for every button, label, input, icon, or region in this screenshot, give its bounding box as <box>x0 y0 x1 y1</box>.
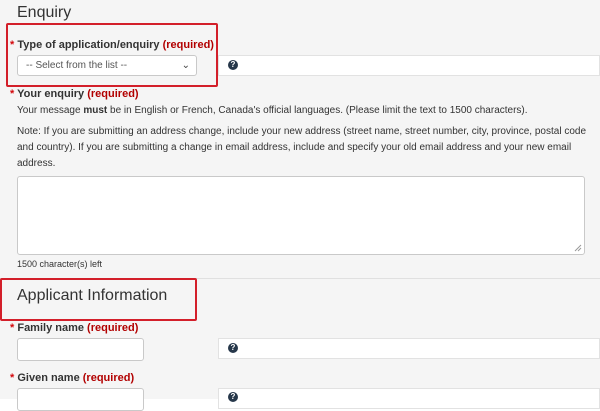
enquiry-heading: Enquiry <box>17 4 72 21</box>
your-enquiry-label-text: Your enquiry <box>17 88 85 100</box>
required-star: * <box>10 39 15 51</box>
type-help-area <box>218 55 600 76</box>
enquiry-message-instruction: Your message must be in English or Frenc… <box>17 103 597 119</box>
type-select-value: -- Select from the list -- <box>26 60 128 71</box>
character-counter: 1500 character(s) left <box>17 259 103 269</box>
message-text-post: be in English or French, Canada's offici… <box>107 105 528 116</box>
note-line-2: and country). If you are submitting a ch… <box>17 142 572 153</box>
enquiry-note: Note: If you are submitting an address c… <box>17 124 597 172</box>
required-tag: (required) <box>87 88 139 100</box>
required-tag: (required) <box>162 39 214 51</box>
your-enquiry-label: * Your enquiry (required) <box>10 88 139 100</box>
message-text-pre: Your message <box>17 105 84 116</box>
help-icon-type[interactable]: ? <box>228 60 238 70</box>
help-icon-given-name[interactable]: ? <box>228 392 238 402</box>
message-text-bold: must <box>83 105 108 116</box>
help-icon-family-name[interactable]: ? <box>228 343 238 353</box>
type-field-label: * Type of application/enquiry (required) <box>10 39 214 51</box>
enquiry-textarea[interactable] <box>17 176 585 255</box>
family-name-label: * Family name (required) <box>10 322 138 334</box>
required-star: * <box>10 88 15 100</box>
resize-handle-icon[interactable] <box>574 244 582 252</box>
required-star: * <box>10 322 15 334</box>
note-line-3: address. <box>17 158 56 169</box>
type-select[interactable]: -- Select from the list -- ⌄ <box>17 55 197 76</box>
given-name-input[interactable] <box>17 388 144 411</box>
family-name-label-text: Family name <box>17 322 84 334</box>
required-tag: (required) <box>82 372 135 384</box>
type-field-label-text: Type of application/enquiry <box>17 39 160 51</box>
given-name-label-text: Given name <box>17 372 80 384</box>
given-name-label: * Given name (required) <box>10 372 134 384</box>
family-name-help-area <box>218 338 600 359</box>
family-name-input[interactable] <box>17 338 144 361</box>
chevron-down-icon: ⌄ <box>181 60 190 71</box>
applicant-heading: Applicant Information <box>17 287 168 304</box>
required-tag: (required) <box>87 322 139 334</box>
required-star: * <box>10 372 15 384</box>
note-line-1: Note: If you are submitting an address c… <box>17 126 587 137</box>
